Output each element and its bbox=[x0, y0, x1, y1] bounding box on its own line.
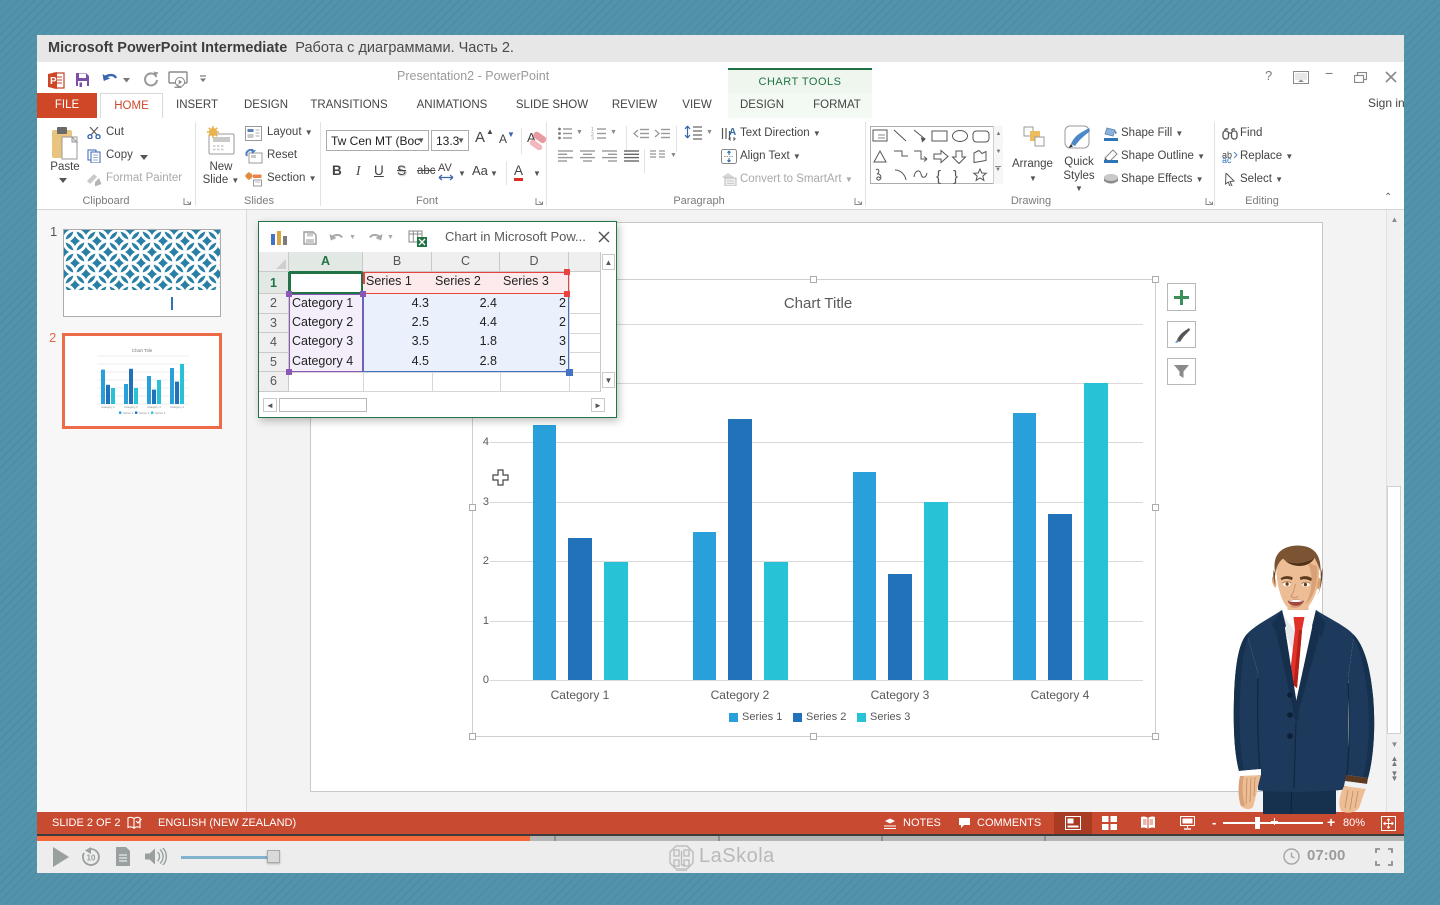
svg-text:10: 10 bbox=[87, 854, 96, 863]
svg-text:Category 1: Category 1 bbox=[101, 405, 115, 409]
svg-text:A: A bbox=[729, 127, 736, 138]
svg-text:P: P bbox=[50, 76, 57, 87]
svg-text:}: } bbox=[953, 168, 958, 184]
svg-text:Chart Title: Chart Title bbox=[132, 348, 153, 353]
svg-text:Series 2: Series 2 bbox=[139, 411, 150, 415]
svg-text:3: 3 bbox=[591, 137, 594, 141]
svg-text:{: { bbox=[936, 168, 941, 184]
svg-text:Series 1: Series 1 bbox=[123, 411, 134, 415]
svg-text:Category 3: Category 3 bbox=[147, 405, 161, 409]
svg-text:ac: ac bbox=[1222, 155, 1232, 163]
svg-text:Category 4: Category 4 bbox=[170, 405, 184, 409]
svg-text:Category 2: Category 2 bbox=[124, 405, 138, 409]
svg-text:Series 3: Series 3 bbox=[155, 411, 166, 415]
